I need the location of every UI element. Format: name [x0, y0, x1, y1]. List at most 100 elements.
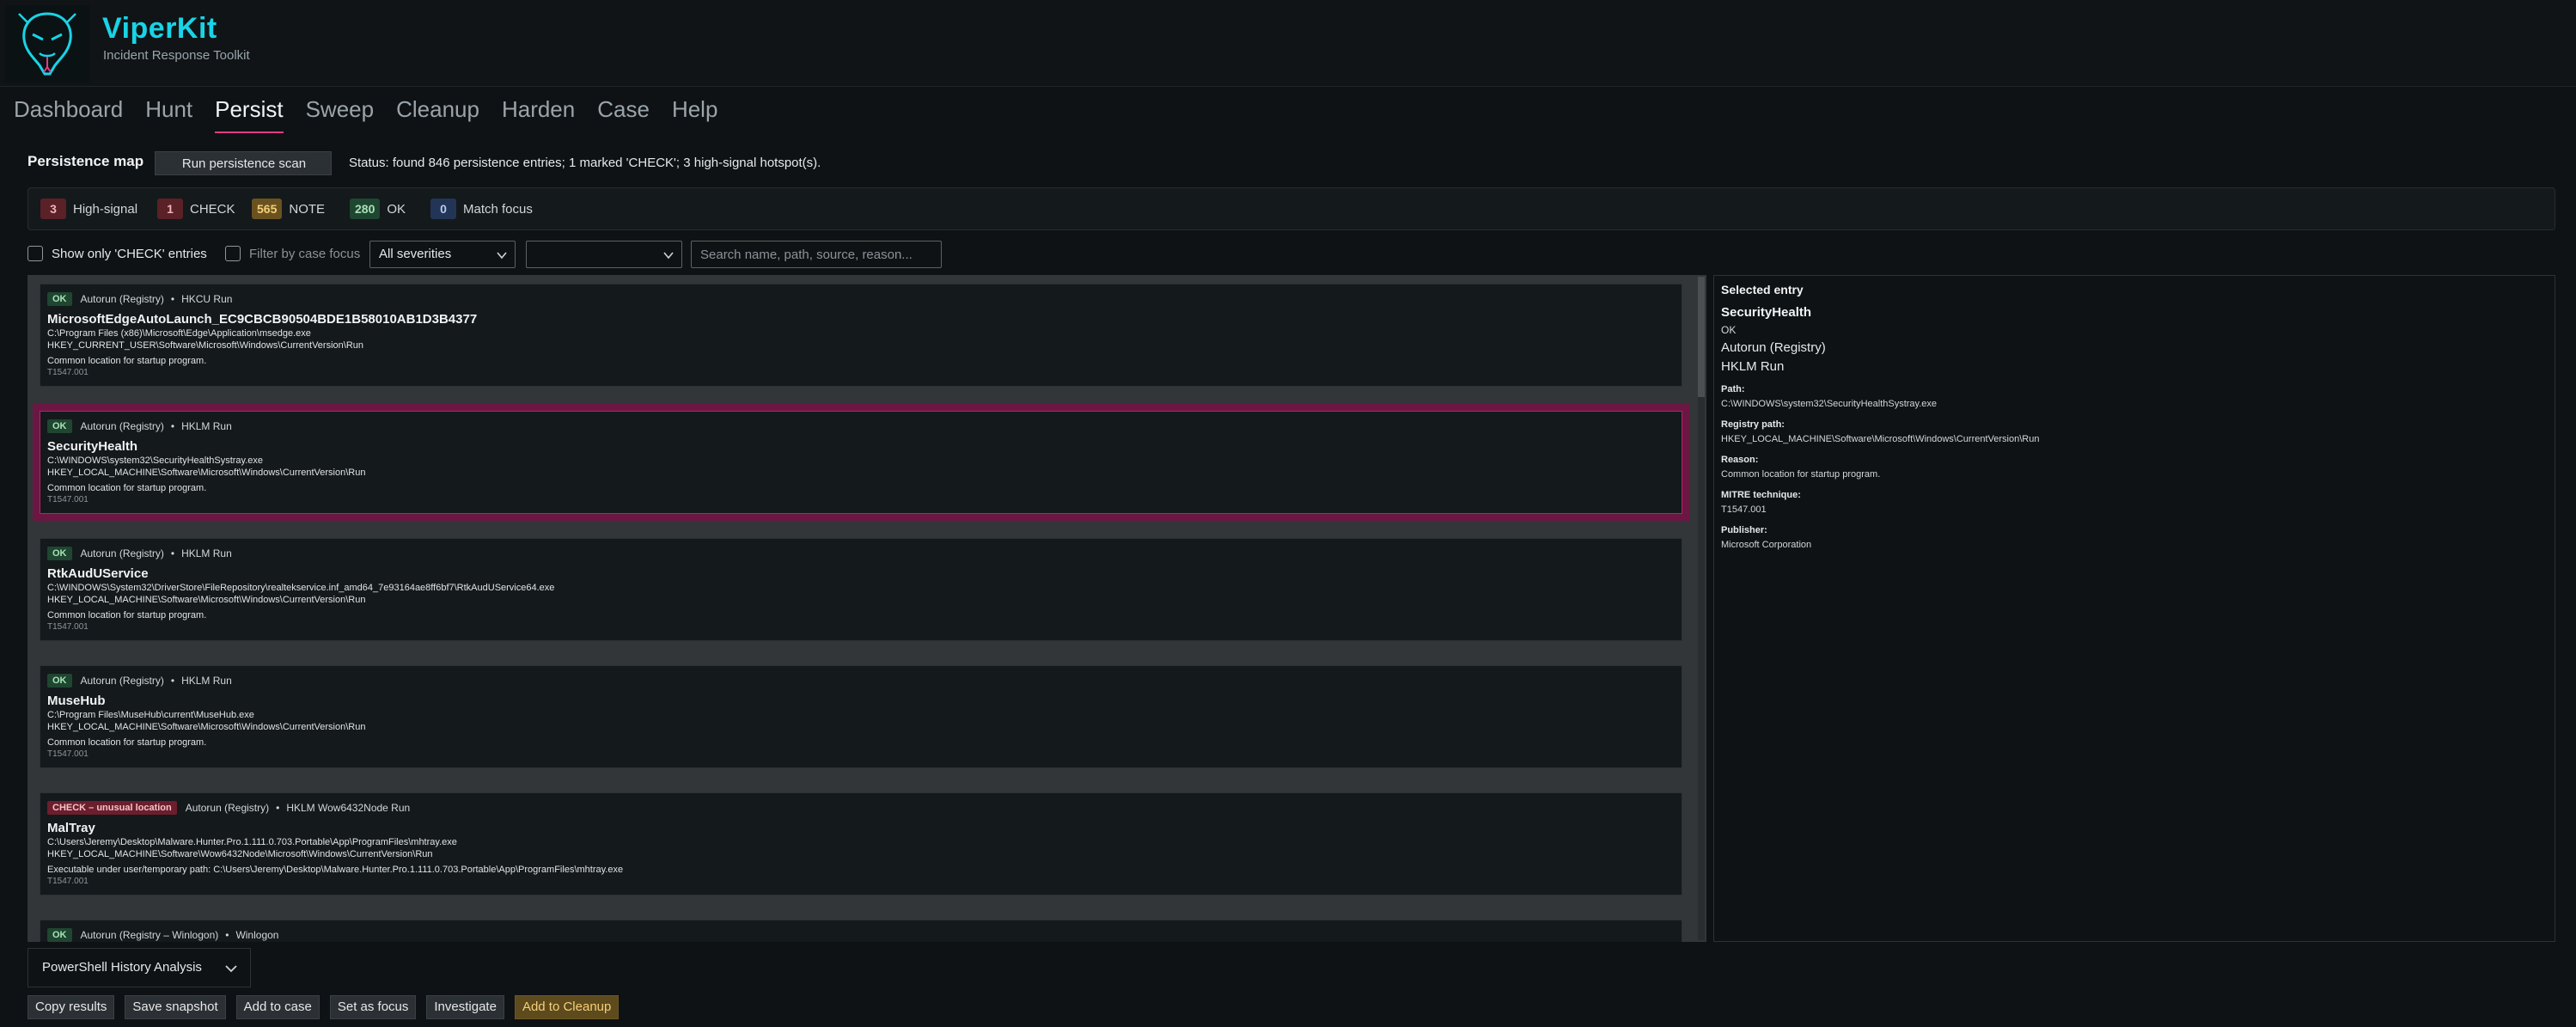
tab-hunt[interactable]: Hunt: [145, 96, 192, 133]
analysis-preset-select[interactable]: PowerShell History Analysis: [27, 948, 251, 987]
entry-registry: HKEY_LOCAL_MACHINE\Software\Microsoft\Wi…: [47, 468, 366, 478]
tab-sweep[interactable]: Sweep: [306, 96, 375, 133]
count-badge: 1: [157, 199, 183, 219]
entry-source: Autorun (Registry): [185, 802, 270, 814]
case-focus-label: Filter by case focus: [249, 246, 361, 261]
detail-registry-label: Registry path:: [1721, 419, 1785, 430]
case-focus-checkbox[interactable]: [225, 246, 241, 261]
set-as-focus-button[interactable]: Set as focus: [329, 995, 417, 1019]
count-badge: 3: [40, 199, 66, 219]
detail-mitre-label: MITRE technique:: [1721, 490, 1801, 500]
entry-path: C:\Program Files (x86)\Microsoft\Edge\Ap…: [47, 328, 311, 339]
filter-bar: Show only 'CHECK' entries Filter by case…: [27, 241, 2554, 268]
scrollbar-thumb[interactable]: [1698, 277, 1705, 397]
list-item[interactable]: OK Autorun (Registry) • HKLM Run MuseHub…: [40, 665, 1682, 768]
persist-toolbar: Persistence map Run persistence scan Sta…: [27, 151, 2554, 175]
counter-match-focus[interactable]: 0 Match focus: [430, 199, 533, 219]
entry-reason: Executable under user/temporary path: C:…: [47, 865, 624, 875]
entry-path: C:\WINDOWS\System32\DriverStore\FileRepo…: [47, 583, 555, 593]
status-text: Status: found 846 persistence entries; 1…: [349, 156, 821, 170]
search-input[interactable]: [691, 241, 942, 268]
severity-tag: OK: [47, 928, 72, 942]
add-to-case-button[interactable]: Add to case: [235, 995, 320, 1019]
only-check-checkbox[interactable]: [27, 246, 43, 261]
entry-mitre: T1547.001: [47, 877, 89, 886]
entry-name: MalTray: [47, 821, 95, 835]
main-nav: Dashboard Hunt Persist Sweep Cleanup Har…: [14, 96, 740, 133]
count-badge: 280: [350, 199, 381, 219]
copy-results-button[interactable]: Copy results: [27, 995, 115, 1019]
only-check-toggle[interactable]: Show only 'CHECK' entries: [27, 246, 207, 261]
entry-location: HKCU Run: [181, 293, 233, 305]
entry-path: C:\WINDOWS\system32\SecurityHealthSystra…: [47, 455, 264, 466]
count-badge: 0: [430, 199, 456, 219]
tab-persist[interactable]: Persist: [215, 96, 284, 133]
detail-registry: HKEY_LOCAL_MACHINE\Software\Microsoft\Wi…: [1721, 434, 2040, 444]
entries-list[interactable]: OK Autorun (Registry) • HKCU Run Microso…: [27, 275, 1706, 942]
severity-select[interactable]: All severities: [369, 241, 516, 268]
list-item[interactable]: CHECK – unusual location Autorun (Regist…: [40, 792, 1682, 896]
entry-mitre: T1547.001: [47, 495, 89, 504]
entry-location: HKLM Wow6432Node Run: [286, 802, 411, 814]
severity-selected: All severities: [379, 247, 452, 261]
chevron-down-icon: [225, 965, 237, 973]
severity-tag: CHECK – unusual location: [47, 801, 177, 815]
only-check-label: Show only 'CHECK' entries: [52, 246, 207, 261]
detail-title: Selected entry: [1721, 283, 1804, 296]
severity-tag: OK: [47, 547, 72, 560]
counter-label: NOTE: [289, 201, 326, 217]
detail-location: HKLM Run: [1721, 359, 1785, 374]
tab-dashboard[interactable]: Dashboard: [14, 96, 123, 133]
entry-reason: Common location for startup program.: [47, 356, 207, 366]
list-item[interactable]: OK Autorun (Registry) • HKCU Run Microso…: [40, 284, 1682, 387]
counter-note[interactable]: 565 NOTE: [252, 199, 325, 219]
entry-source: Autorun (Registry): [80, 420, 164, 432]
preset-selected: PowerShell History Analysis: [42, 960, 202, 975]
counter-high-signal[interactable]: 3 High-signal: [40, 199, 137, 219]
detail-reason: Common location for startup program.: [1721, 469, 1881, 480]
list-item[interactable]: OK Autorun (Registry – Winlogon) • Winlo…: [40, 920, 1682, 942]
entry-reason: Common location for startup program.: [47, 483, 207, 493]
list-item-selected[interactable]: OK Autorun (Registry) • HKLM Run Securit…: [33, 404, 1689, 521]
detail-publisher-label: Publisher:: [1721, 525, 1767, 535]
add-to-cleanup-button[interactable]: Add to Cleanup: [514, 995, 620, 1019]
entry-reason: Common location for startup program.: [47, 610, 207, 620]
entry-location: Winlogon: [235, 929, 279, 941]
counter-label: CHECK: [190, 201, 235, 217]
viper-head-icon: [18, 12, 76, 76]
app-logo: [5, 5, 89, 83]
detail-publisher: Microsoft Corporation: [1721, 540, 1812, 550]
entry-mitre: T1547.001: [47, 368, 89, 377]
detail-path-label: Path:: [1721, 384, 1745, 394]
case-focus-toggle[interactable]: Filter by case focus: [225, 246, 360, 261]
entry-location: HKLM Run: [181, 420, 232, 432]
list-scrollbar[interactable]: [1698, 277, 1705, 940]
entry-mitre: T1547.001: [47, 749, 89, 759]
entry-mitre: T1547.001: [47, 622, 89, 632]
entry-location: HKLM Run: [181, 675, 232, 687]
severity-tag: OK: [47, 419, 72, 433]
entry-registry: HKEY_LOCAL_MACHINE\Software\Microsoft\Wi…: [47, 595, 366, 605]
section-title: Persistence map: [27, 153, 144, 169]
source-select[interactable]: [526, 241, 682, 268]
tab-help[interactable]: Help: [672, 96, 717, 133]
counter-check[interactable]: 1 CHECK: [157, 199, 235, 219]
tab-harden[interactable]: Harden: [502, 96, 575, 133]
tab-cleanup[interactable]: Cleanup: [396, 96, 479, 133]
action-bar: Copy results Save snapshot Add to case S…: [27, 995, 629, 1019]
list-item[interactable]: OK Autorun (Registry) • HKLM Run RtkAudU…: [40, 538, 1682, 641]
detail-severity: OK: [1721, 324, 1737, 336]
counter-ok[interactable]: 280 OK: [350, 199, 406, 219]
run-persistence-scan-button[interactable]: Run persistence scan: [155, 151, 332, 175]
entry-path: C:\Users\Jeremy\Desktop\Malware.Hunter.P…: [47, 837, 457, 847]
separator-dot: •: [170, 675, 175, 687]
app-subtitle: Incident Response Toolkit: [103, 48, 250, 63]
investigate-button[interactable]: Investigate: [426, 995, 504, 1019]
app-title: ViperKit: [102, 12, 217, 45]
entry-source: Autorun (Registry): [80, 675, 164, 687]
tab-case[interactable]: Case: [597, 96, 650, 133]
separator-dot: •: [170, 547, 175, 559]
entry-source: Autorun (Registry – Winlogon): [80, 929, 219, 941]
save-snapshot-button[interactable]: Save snapshot: [125, 995, 226, 1019]
entry-location: HKLM Run: [181, 547, 232, 559]
